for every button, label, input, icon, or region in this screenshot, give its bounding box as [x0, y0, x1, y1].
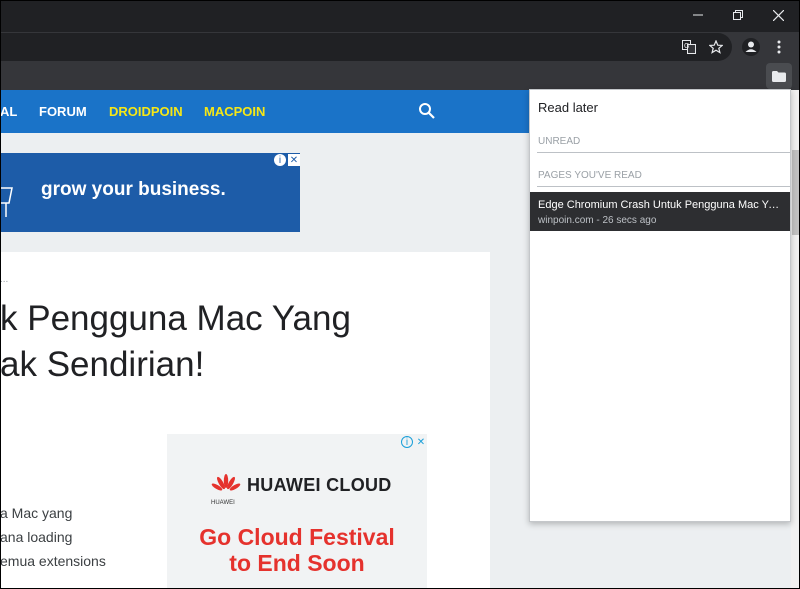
minimize-button[interactable] [678, 0, 718, 30]
more-vert-icon [777, 40, 781, 54]
title-bar [0, 0, 800, 32]
ad-close-icon[interactable]: ✕ [288, 154, 300, 166]
article-body-line: a Mac yang [0, 505, 73, 521]
ad-info-icon[interactable]: i [274, 154, 286, 166]
address-bar[interactable] [0, 33, 732, 61]
divider [537, 152, 790, 153]
reading-list-button[interactable] [766, 63, 792, 89]
folder-icon [772, 70, 786, 82]
restore-button[interactable] [718, 0, 758, 30]
close-icon [772, 9, 784, 21]
translate-icon: G [682, 40, 696, 54]
minimize-icon [693, 14, 703, 16]
menu-button[interactable] [767, 35, 791, 59]
read-section-label: PAGES YOU'VE READ [538, 170, 642, 181]
ad-info-icon[interactable]: i [401, 436, 413, 448]
panel-title: Read later [538, 100, 598, 115]
article-body-line: emua extensions [0, 553, 106, 569]
close-window-button[interactable] [758, 0, 798, 30]
unread-section-label: UNREAD [538, 136, 581, 147]
ad-brand: HUAWEI CLOUD [247, 474, 392, 495]
ad-headline-line-1: Go Cloud Festival [199, 524, 395, 550]
svg-text:G: G [684, 43, 689, 50]
ad-huawei-cloud[interactable]: i ✕ HUAWEI CLOUD HUAWEI Go Cloud Festiva… [167, 434, 427, 589]
browser-toolbar: G [0, 32, 800, 62]
ad-headline-line-2: to End Soon [229, 550, 365, 576]
read-later-item-subtitle: winpoin.com - 26 secs ago [538, 215, 657, 226]
page-scrollbar-thumb[interactable] [792, 150, 799, 235]
ad-top-text: grow your business. [41, 179, 226, 200]
headline-line-1: k Pengguna Mac Yang [0, 299, 351, 338]
article-meta: ... [0, 274, 9, 285]
read-later-item-title: Edge Chromium Crash Untuk Pengguna Mac Y… [538, 199, 784, 211]
headline-line-2: ak Sendirian! [0, 345, 205, 384]
profile-button[interactable] [739, 35, 763, 59]
ad-choices[interactable]: i ✕ [401, 436, 427, 448]
translate-button[interactable]: G [677, 35, 701, 59]
ad-graphic-icon [0, 187, 13, 217]
huawei-brand: HUAWEI CLOUD [211, 474, 392, 496]
bookmarks-bar [0, 62, 800, 90]
star-icon [709, 40, 723, 54]
ad-banner-top[interactable]: grow your business. i ✕ [0, 153, 300, 232]
divider [537, 186, 790, 187]
site-search-button[interactable] [418, 102, 436, 125]
nav-item-macpoin[interactable]: MACPOIN [204, 104, 265, 119]
ad-close-icon[interactable]: ✕ [415, 436, 427, 448]
nav-item-al[interactable]: AL [0, 104, 17, 119]
huawei-logo-icon [211, 474, 241, 491]
article-body-line: ana loading [0, 529, 73, 545]
restore-icon [733, 10, 743, 20]
bookmark-star-button[interactable] [704, 35, 728, 59]
article-headline: k Pengguna Mac Yang ak Sendirian! [0, 296, 351, 388]
nav-item-droidpoin[interactable]: DROIDPOIN [109, 104, 183, 119]
profile-icon [742, 38, 760, 56]
search-icon [419, 103, 435, 119]
ad-brand-sub: HUAWEI [211, 500, 235, 506]
read-later-item[interactable]: Edge Chromium Crash Untuk Pengguna Mac Y… [530, 192, 790, 231]
ad-choices[interactable]: i ✕ [274, 154, 300, 166]
nav-item-forum[interactable]: FORUM [39, 104, 87, 119]
read-later-panel: Read later UNREAD PAGES YOU'VE READ Edge… [529, 89, 791, 522]
